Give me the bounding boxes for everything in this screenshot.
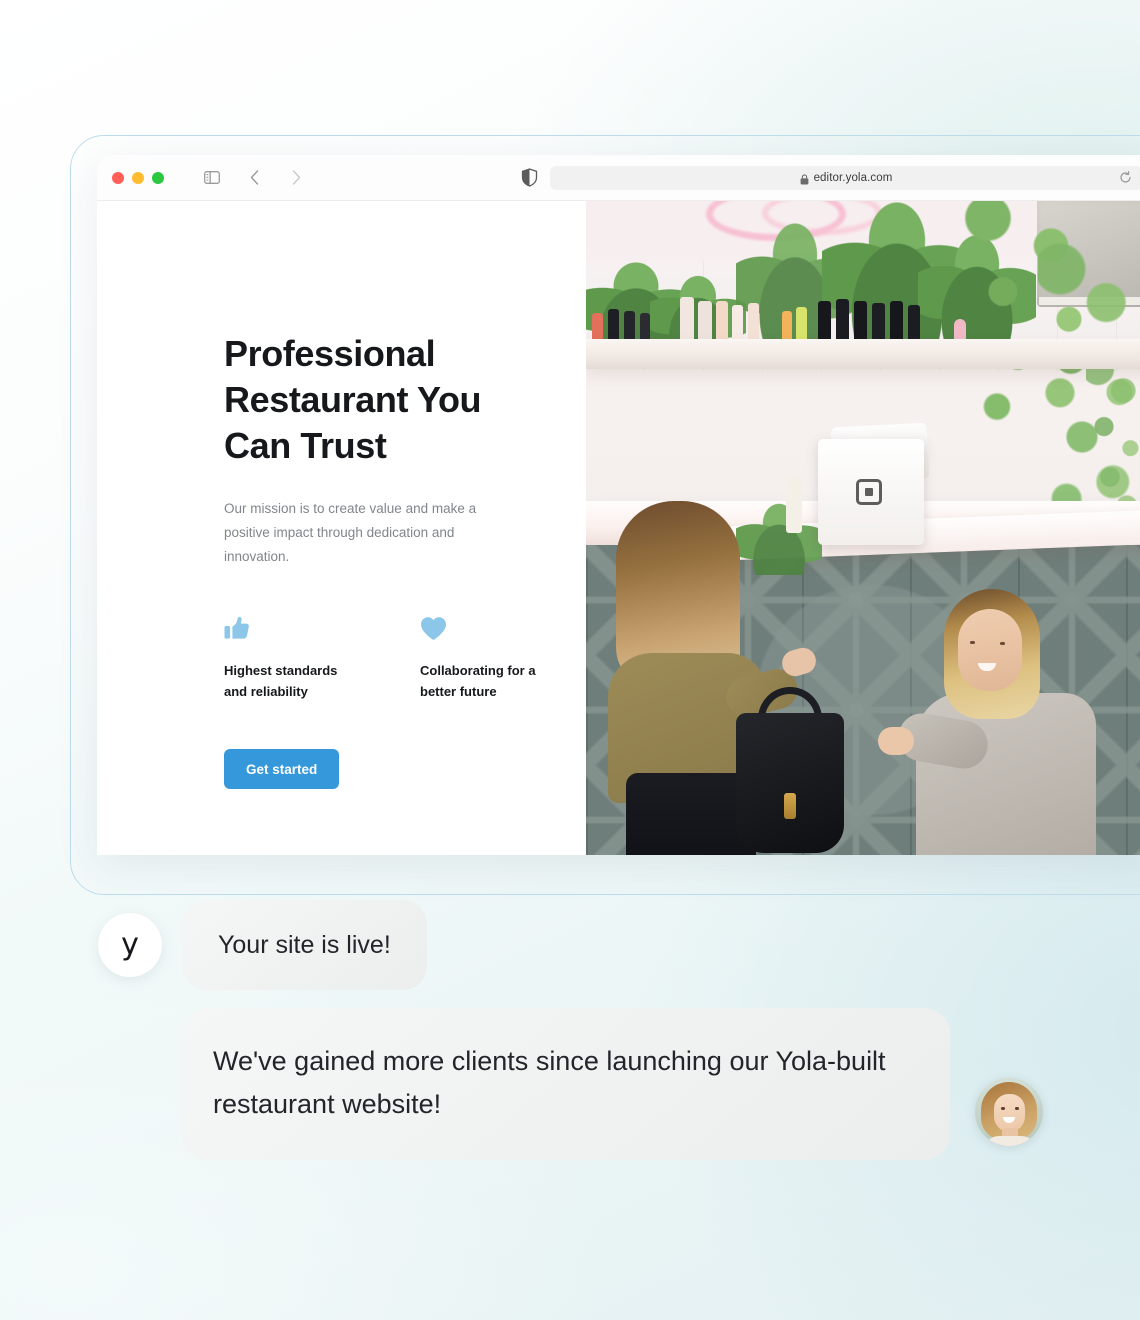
chat-message-yola: y Your site is live!: [0, 900, 1140, 990]
address-area: editor.yola.com: [521, 165, 1140, 190]
zoom-window-button[interactable]: [152, 171, 164, 184]
url-text: editor.yola.com: [813, 171, 893, 184]
back-button[interactable]: [244, 168, 264, 188]
yola-logo-glyph: y: [121, 927, 139, 962]
chat-bubble-site-live: Your site is live!: [182, 900, 427, 990]
get-started-button[interactable]: Get started: [224, 749, 340, 789]
chat-bubble-testimonial: We've gained more clients since launchin…: [181, 1008, 950, 1160]
browser-toolbar: editor.yola.com: [97, 155, 1140, 201]
minimize-window-button[interactable]: [132, 171, 144, 184]
navigation-controls: [202, 168, 306, 188]
heart-icon: [420, 611, 560, 641]
site-viewport: Professional Restaurant You Can Trust Ou…: [97, 201, 1140, 855]
browser-window: editor.yola.com Professional Restaurant …: [97, 155, 1140, 855]
hero-feature-list: Highest standards and reliability Collab…: [224, 611, 586, 702]
hero-title: Professional Restaurant You Can Trust: [224, 333, 482, 466]
hero-text-panel: Professional Restaurant You Can Trust Ou…: [97, 201, 586, 855]
address-bar[interactable]: editor.yola.com: [550, 165, 1140, 190]
chat-message-user: We've gained more clients since launchin…: [0, 1008, 1140, 1160]
yola-logo-avatar: y: [98, 913, 162, 977]
close-window-button[interactable]: [112, 171, 124, 184]
shield-icon[interactable]: [521, 168, 538, 187]
feature-item-standards: Highest standards and reliability: [224, 611, 364, 702]
sidebar-toggle-icon[interactable]: [202, 168, 222, 188]
thumbs-up-icon: [224, 611, 364, 641]
hero-photo: [586, 201, 1140, 855]
url-display: editor.yola.com: [800, 171, 893, 185]
hero-subtitle: Our mission is to create value and make …: [224, 501, 477, 564]
reload-icon[interactable]: [1119, 171, 1132, 184]
feature-label: Collaborating for a better future: [420, 663, 536, 699]
lock-icon: [800, 172, 809, 185]
window-controls[interactable]: [112, 171, 164, 184]
feature-label: Highest standards and reliability: [224, 663, 338, 699]
chat-section: y Your site is live! We've gained more c…: [0, 900, 1140, 1160]
feature-item-collaborating: Collaborating for a better future: [420, 611, 560, 702]
forward-button[interactable]: [286, 168, 306, 188]
avatar: [975, 1078, 1043, 1146]
